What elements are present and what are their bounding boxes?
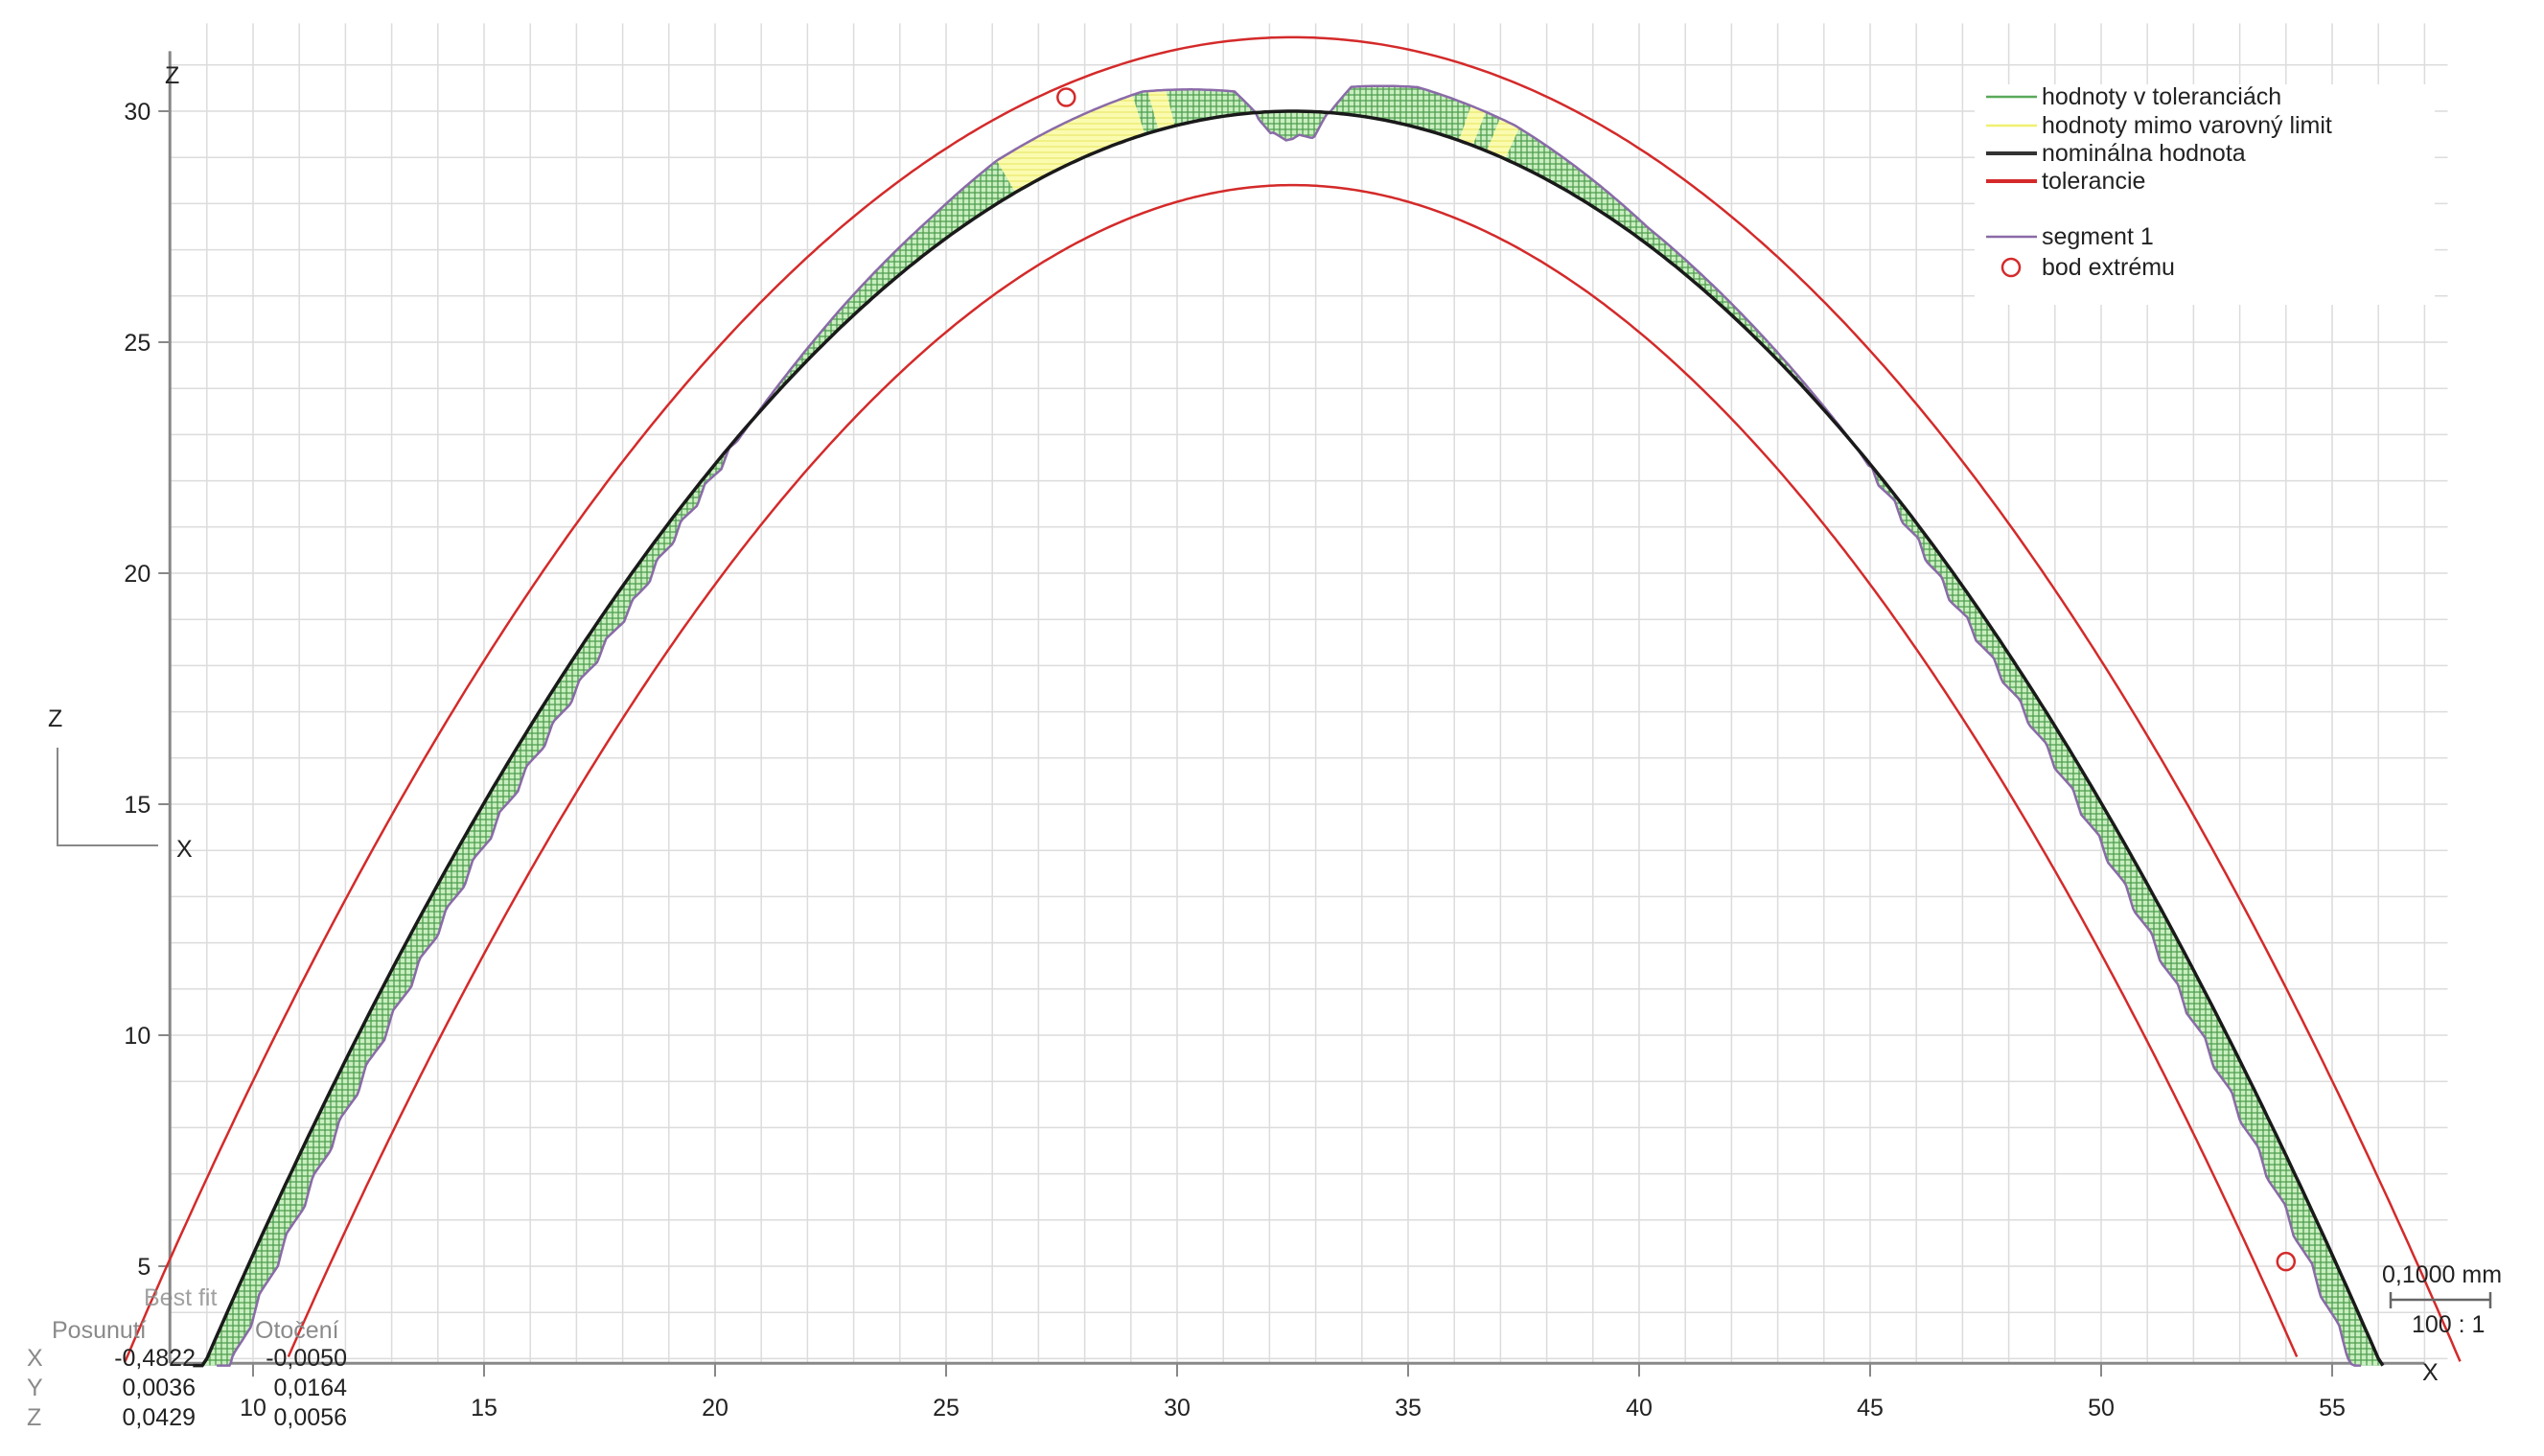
- x-tick-label: 30: [1164, 1395, 1191, 1421]
- z-tick-label: 30: [124, 99, 150, 126]
- best-fit-rotation-value: 0,0056: [274, 1404, 347, 1431]
- best-fit-shift-value: -0,4822: [114, 1345, 196, 1372]
- rotation-header: Otočení: [255, 1317, 339, 1344]
- best-fit-axis-label: X: [27, 1345, 43, 1372]
- scale-indicator: 0,1000 mm 100 : 1: [2382, 1261, 2502, 1338]
- deviation-band-warning: [996, 95, 1145, 193]
- best-fit-rotation-value: 0,0164: [274, 1375, 348, 1401]
- z-tick-label: 25: [124, 330, 150, 357]
- best-fit-axis-label: Y: [27, 1375, 43, 1401]
- orientation-x-label: X: [176, 836, 193, 863]
- best-fit-rotation-value: -0,0050: [266, 1345, 347, 1372]
- scale-length: 0,1000 mm: [2382, 1261, 2502, 1288]
- x-tick-label: 15: [471, 1395, 497, 1421]
- x-tick-label: 25: [933, 1395, 960, 1421]
- best-fit-title: Best fit: [144, 1284, 217, 1311]
- extreme-point-marker: [1056, 87, 1076, 107]
- x-tick-label: 35: [1395, 1395, 1422, 1421]
- best-fit-axis-label: Z: [27, 1404, 41, 1431]
- tolerance-lower-line: [287, 183, 2299, 1358]
- z-tick-label: 15: [124, 792, 150, 819]
- legend-label: tolerancie: [2042, 168, 2145, 195]
- shift-header: Posunutí: [52, 1317, 147, 1344]
- x-axis-label: X: [2422, 1359, 2439, 1386]
- z-tick-label: 5: [137, 1254, 150, 1281]
- legend-label: hodnoty v toleranciách: [2042, 83, 2281, 110]
- orientation-z-label: Z: [48, 705, 62, 732]
- z-tick-label: 20: [124, 561, 150, 588]
- scale-bar: [2389, 1292, 2492, 1308]
- x-tick-label: 40: [1626, 1395, 1653, 1421]
- best-fit-shift-value: 0,0429: [123, 1404, 196, 1431]
- x-tick-label: 50: [2088, 1395, 2115, 1421]
- profile-chart: 10 15 20 25 30 35 40 45 50 5551015202530 Z X Z X …: [27, 23, 2502, 1431]
- legend: hodnoty v toleranciáchhodnoty mimo varov…: [1975, 83, 2435, 305]
- legend-label: nominálna hodnota: [2042, 140, 2246, 167]
- legend-label: hodnoty mimo varovný limit: [2042, 112, 2332, 139]
- x-tick-label: 45: [1857, 1395, 1884, 1421]
- best-fit-shift-value: 0,0036: [123, 1375, 196, 1401]
- x-tick-label: 55: [2319, 1395, 2346, 1421]
- z-tick-label: 10: [124, 1023, 150, 1050]
- x-tick-label: 10: [240, 1395, 266, 1421]
- legend-label: bod extrému: [2042, 254, 2175, 281]
- x-tick-label: 20: [702, 1395, 729, 1421]
- z-axis-label: Z: [165, 62, 179, 89]
- legend-label: segment 1: [2042, 223, 2154, 250]
- scale-ratio: 100 : 1: [2412, 1311, 2485, 1338]
